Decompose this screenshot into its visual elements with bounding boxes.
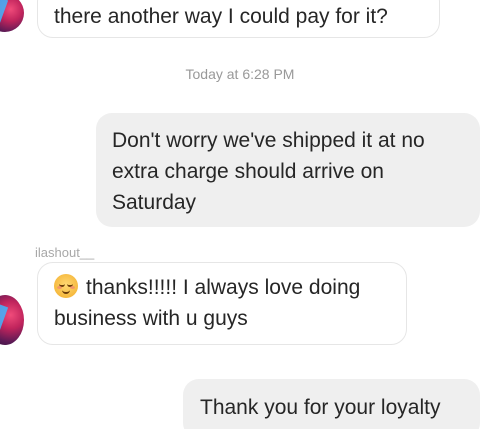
incoming-message[interactable]: thanks!!!!! I always love doing business… bbox=[37, 262, 407, 345]
outgoing-message[interactable]: Don't worry we've shipped it at no extra… bbox=[96, 113, 480, 227]
timestamp: Today at 6:28 PM bbox=[185, 66, 295, 82]
avatar-image bbox=[0, 0, 9, 25]
avatar-image bbox=[0, 304, 9, 332]
message-text: thanks!!!!! I always love doing business… bbox=[54, 276, 361, 330]
sender-username[interactable]: ilashout__ bbox=[35, 245, 94, 260]
avatar[interactable] bbox=[0, 0, 24, 32]
message-text: Thank you for your loyalty bbox=[200, 396, 441, 419]
outgoing-message[interactable]: Thank you for your loyalty bbox=[183, 379, 480, 429]
avatar[interactable] bbox=[0, 295, 24, 345]
incoming-message[interactable]: there another way I could pay for it? bbox=[37, 0, 440, 38]
message-thread: there another way I could pay for it? To… bbox=[0, 0, 480, 429]
message-text: Don't worry we've shipped it at no extra… bbox=[112, 129, 425, 214]
message-text: there another way I could pay for it? bbox=[54, 5, 388, 28]
smiling-face-icon bbox=[54, 274, 78, 298]
